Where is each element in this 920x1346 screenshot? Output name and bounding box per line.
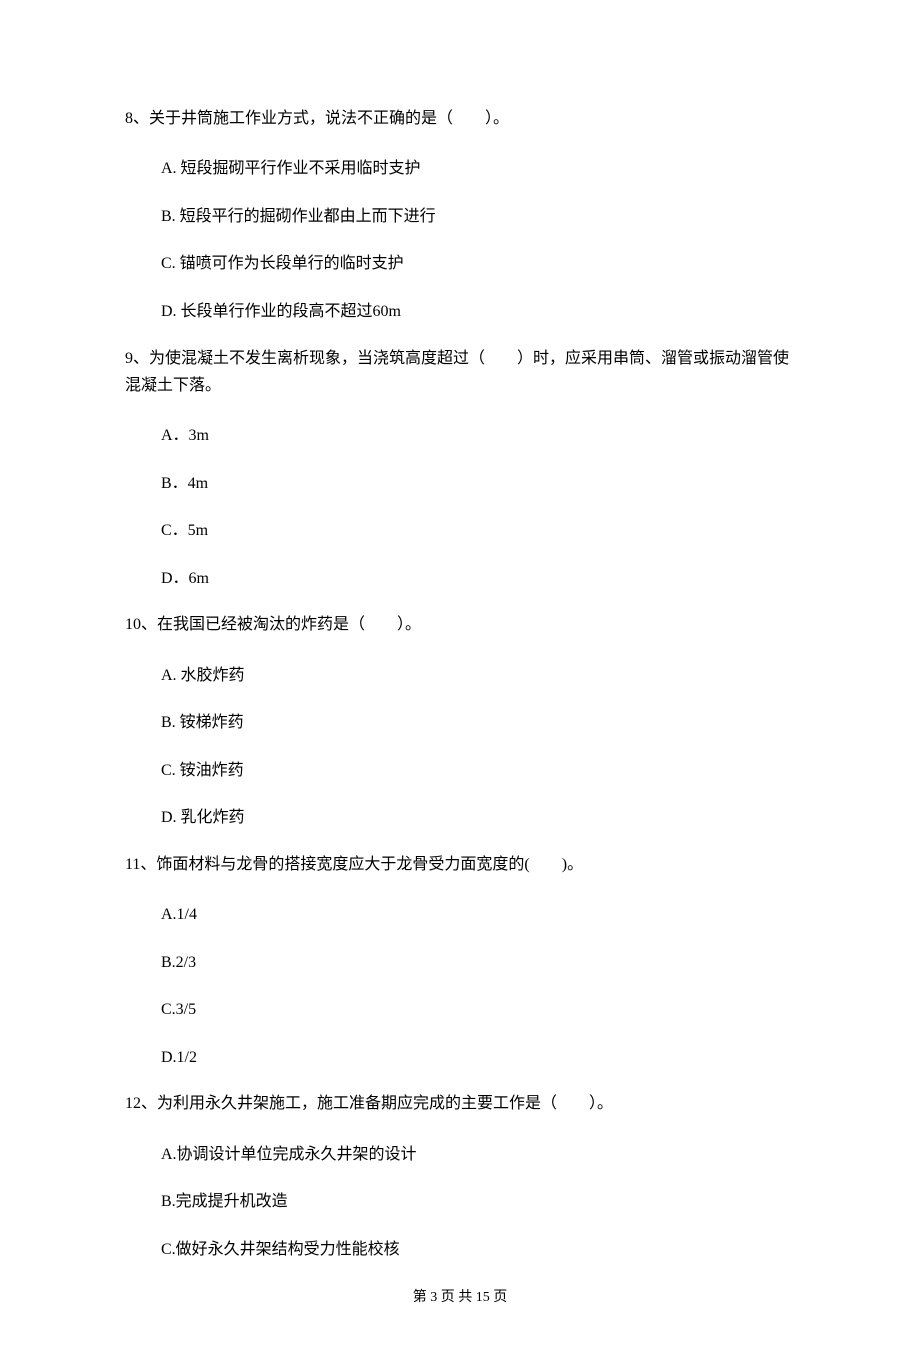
question-stem: 9、为使混凝土不发生离析现象，当浇筑高度超过（ ）时，应采用串筒、溜管或振动溜管… <box>125 345 795 399</box>
option-group: A. 水胶炸药 B. 铵梯炸药 C. 铵油炸药 D. 乳化炸药 <box>161 663 795 831</box>
option-d: D. 长段单行作业的段高不超过60m <box>161 299 795 325</box>
option-a: A. 短段掘砌平行作业不采用临时支护 <box>161 156 795 182</box>
option-a: A. 水胶炸药 <box>161 663 795 689</box>
option-b: B.2/3 <box>161 950 795 976</box>
option-b: B. 铵梯炸药 <box>161 710 795 736</box>
option-c: C. 锚喷可作为长段单行的临时支护 <box>161 251 795 277</box>
question-stem: 11、饰面材料与龙骨的搭接宽度应大于龙骨受力面宽度的( )。 <box>125 851 795 878</box>
page-footer: 第 3 页 共 15 页 <box>125 1286 795 1306</box>
option-a: A.1/4 <box>161 902 795 928</box>
option-c: C．5m <box>161 518 795 544</box>
document-page: 8、关于井筒施工作业方式，说法不正确的是（ ）。 A. 短段掘砌平行作业不采用临… <box>0 0 920 1346</box>
question-stem: 8、关于井筒施工作业方式，说法不正确的是（ ）。 <box>125 105 795 132</box>
option-b: B．4m <box>161 471 795 497</box>
question-stem: 12、为利用永久井架施工，施工准备期应完成的主要工作是（ ）。 <box>125 1090 795 1117</box>
option-c: C. 铵油炸药 <box>161 758 795 784</box>
option-a: A.协调设计单位完成永久井架的设计 <box>161 1142 795 1168</box>
option-group: A．3m B．4m C．5m D．6m <box>161 423 795 591</box>
option-group: A.1/4 B.2/3 C.3/5 D.1/2 <box>161 902 795 1070</box>
option-group: A.协调设计单位完成永久井架的设计 B.完成提升机改造 C.做好永久井架结构受力… <box>161 1142 795 1263</box>
option-b: B. 短段平行的掘砌作业都由上而下进行 <box>161 204 795 230</box>
question-stem: 10、在我国已经被淘汰的炸药是（ ）。 <box>125 611 795 638</box>
option-c: C.做好永久井架结构受力性能校核 <box>161 1237 795 1263</box>
option-group: A. 短段掘砌平行作业不采用临时支护 B. 短段平行的掘砌作业都由上而下进行 C… <box>161 156 795 324</box>
option-b: B.完成提升机改造 <box>161 1189 795 1215</box>
option-d: D. 乳化炸药 <box>161 805 795 831</box>
option-d: D．6m <box>161 566 795 592</box>
option-a: A．3m <box>161 423 795 449</box>
option-c: C.3/5 <box>161 997 795 1023</box>
option-d: D.1/2 <box>161 1045 795 1071</box>
